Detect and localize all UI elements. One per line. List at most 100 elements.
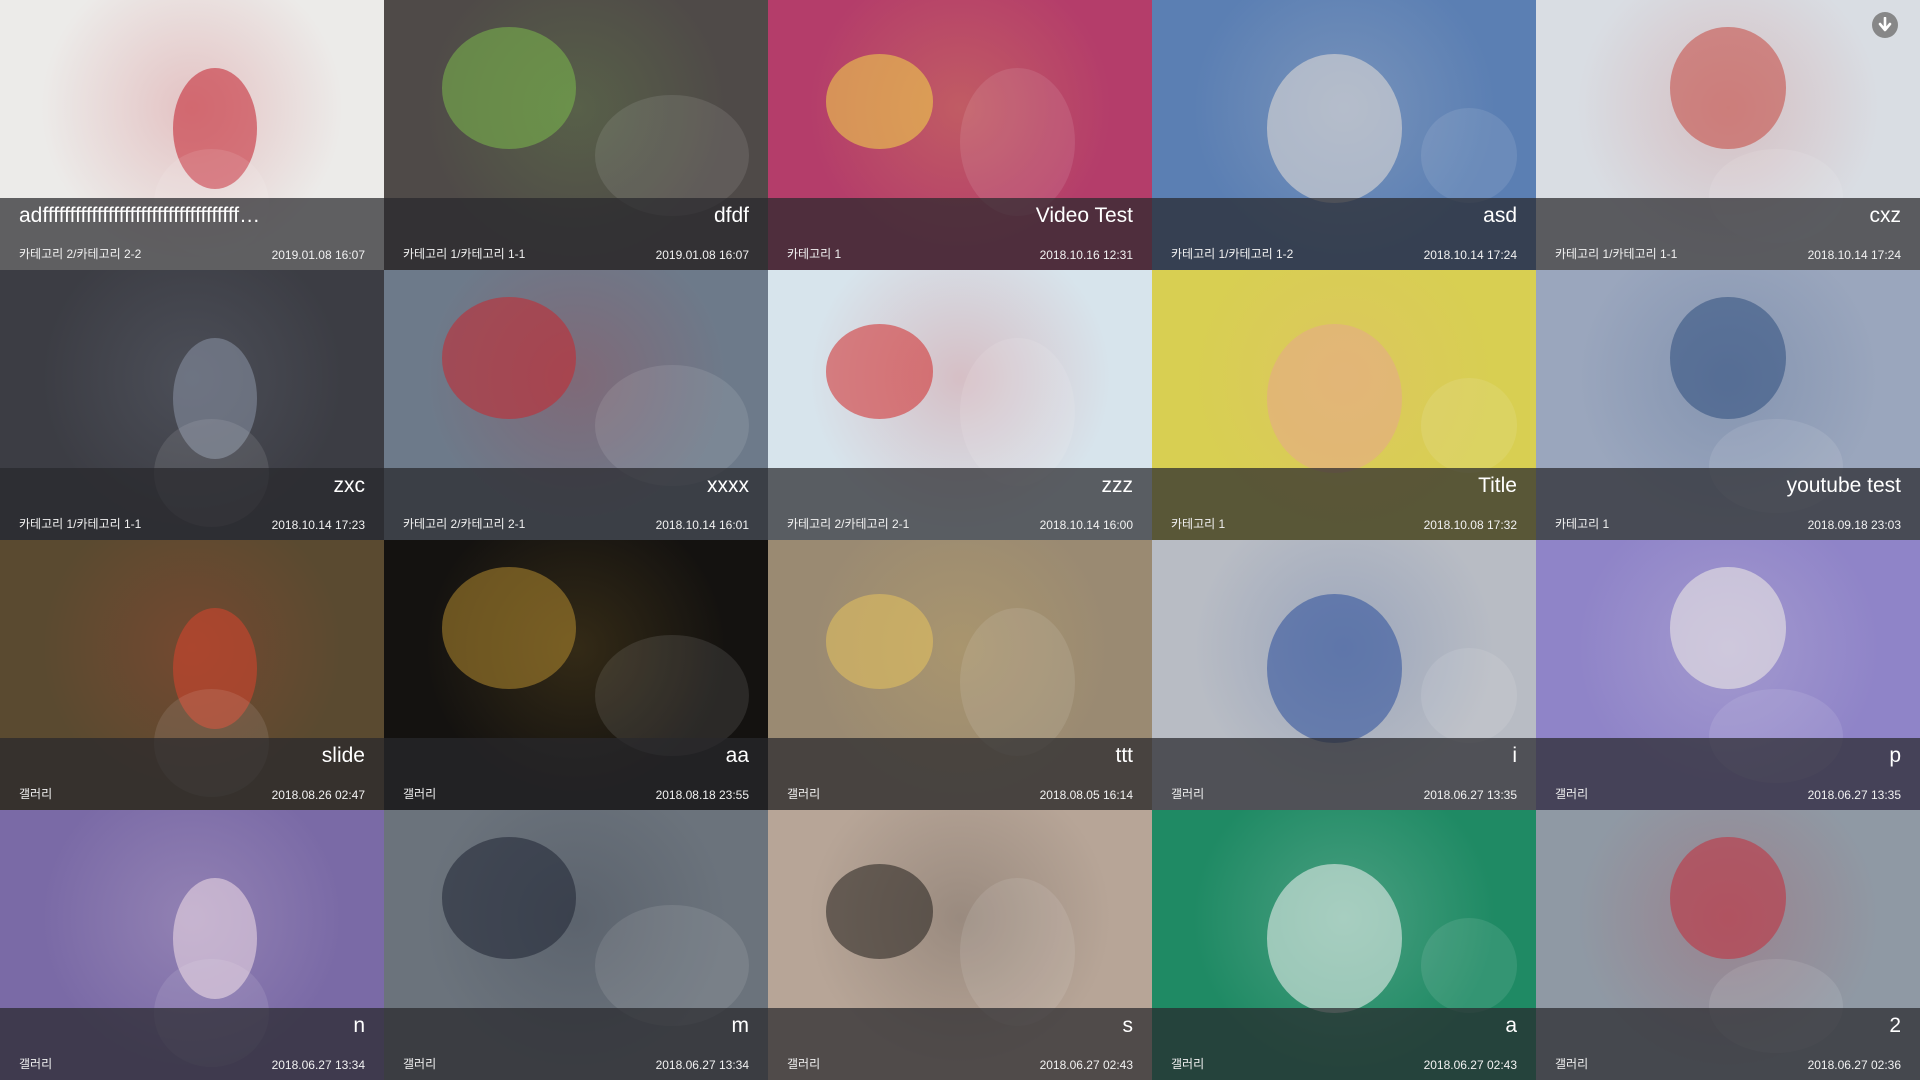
tile-category: 카테고리 2/카테고리 2-1	[403, 517, 526, 531]
tile-caption: xxxx 카테고리 2/카테고리 2-1 2018.10.14 16:01	[384, 468, 768, 540]
tile-caption: dfdf 카테고리 1/카테고리 1-1 2019.01.08 16:07	[384, 198, 768, 270]
gallery-tile[interactable]: i 갤러리 2018.06.27 13:35	[1152, 540, 1536, 810]
gallery-tile[interactable]: slide 갤러리 2018.08.26 02:47	[0, 540, 384, 810]
gallery-tile[interactable]: cxz 카테고리 1/카테고리 1-1 2018.10.14 17:24	[1536, 0, 1920, 270]
tile-title: p	[1889, 744, 1901, 767]
tile-title: n	[353, 1014, 365, 1037]
tile-title: m	[731, 1014, 750, 1037]
tile-title: i	[1512, 744, 1517, 767]
tile-category: 카테고리 1/카테고리 1-2	[1171, 247, 1294, 261]
gallery-tile[interactable]: asd 카테고리 1/카테고리 1-2 2018.10.14 17:24	[1152, 0, 1536, 270]
tile-title: cxz	[1869, 204, 1902, 227]
tile-title: adffffffffffffffffffffffffffffffffffff…	[19, 204, 261, 227]
tile-title: youtube test	[1786, 474, 1901, 497]
tile-caption: zzz 카테고리 2/카테고리 2-1 2018.10.14 16:00	[768, 468, 1152, 540]
tile-title: asd	[1483, 204, 1517, 227]
tile-caption: adffffffffffffffffffffffffffffffffffff… 카…	[0, 198, 384, 270]
tile-category: 갤러리	[19, 787, 53, 801]
tile-date: 2018.06.27 13:34	[271, 1058, 365, 1072]
tile-category: 갤러리	[1555, 1057, 1589, 1071]
tile-category: 갤러리	[403, 787, 437, 801]
tile-caption: s 갤러리 2018.06.27 02:43	[768, 1008, 1152, 1080]
gallery-tile[interactable]: s 갤러리 2018.06.27 02:43	[768, 810, 1152, 1080]
tile-title: xxxx	[707, 474, 749, 497]
tile-title: dfdf	[713, 204, 749, 227]
tile-date: 2018.06.27 13:34	[655, 1058, 749, 1072]
tile-category: 카테고리 1/카테고리 1-1	[1555, 247, 1678, 261]
gallery-tile[interactable]: youtube test 카테고리 1 2018.09.18 23:03	[1536, 270, 1920, 540]
gallery-tile[interactable]: a 갤러리 2018.06.27 02:43	[1152, 810, 1536, 1080]
tile-caption: zxc 카테고리 1/카테고리 1-1 2018.10.14 17:23	[0, 468, 384, 540]
tile-title: Title	[1478, 474, 1517, 497]
tile-category: 갤러리	[787, 1057, 821, 1071]
tile-date: 2018.06.27 02:36	[1807, 1058, 1901, 1072]
tile-category: 카테고리 1	[787, 247, 842, 261]
tile-category: 갤러리	[787, 787, 821, 801]
tile-title: zzz	[1101, 474, 1134, 497]
gallery-tile[interactable]: ttt 갤러리 2018.08.05 16:14	[768, 540, 1152, 810]
tile-caption: n 갤러리 2018.06.27 13:34	[0, 1008, 384, 1080]
tile-date: 2018.10.14 16:00	[1039, 518, 1133, 532]
gallery-tile[interactable]: Video Test 카테고리 1 2018.10.16 12:31	[768, 0, 1152, 270]
tile-caption: youtube test 카테고리 1 2018.09.18 23:03	[1536, 468, 1920, 540]
tile-date: 2018.10.16 12:31	[1039, 248, 1133, 262]
tile-caption: p 갤러리 2018.06.27 13:35	[1536, 738, 1920, 810]
gallery-tile[interactable]: m 갤러리 2018.06.27 13:34	[384, 810, 768, 1080]
tile-date: 2018.08.26 02:47	[271, 788, 365, 802]
gallery-tile[interactable]: dfdf 카테고리 1/카테고리 1-1 2019.01.08 16:07	[384, 0, 768, 270]
gallery-tile[interactable]: Title 카테고리 1 2018.10.08 17:32	[1152, 270, 1536, 540]
tile-title: a	[1505, 1014, 1517, 1037]
tile-title: zxc	[333, 474, 366, 497]
tile-category: 카테고리 1	[1555, 517, 1610, 531]
tile-caption: 2 갤러리 2018.06.27 02:36	[1536, 1008, 1920, 1080]
tile-category: 카테고리 1/카테고리 1-1	[403, 247, 526, 261]
gallery-grid: adffffffffffffffffffffffffffffffffffff… 카…	[0, 0, 1920, 1080]
tile-date: 2019.01.08 16:07	[271, 248, 365, 262]
tile-date: 2018.10.14 17:24	[1423, 248, 1517, 262]
tile-date: 2018.06.27 13:35	[1807, 788, 1901, 802]
tile-caption: m 갤러리 2018.06.27 13:34	[384, 1008, 768, 1080]
tile-date: 2018.06.27 13:35	[1423, 788, 1517, 802]
tile-caption: Title 카테고리 1 2018.10.08 17:32	[1152, 468, 1536, 540]
tile-caption: Video Test 카테고리 1 2018.10.16 12:31	[768, 198, 1152, 270]
gallery-tile[interactable]: zzz 카테고리 2/카테고리 2-1 2018.10.14 16:00	[768, 270, 1152, 540]
tile-title: aa	[725, 744, 749, 767]
tile-date: 2018.10.14 17:23	[271, 518, 365, 532]
tile-category: 갤러리	[1555, 787, 1589, 801]
tile-caption: cxz 카테고리 1/카테고리 1-1 2018.10.14 17:24	[1536, 198, 1920, 270]
tile-category: 카테고리 2/카테고리 2-1	[787, 517, 910, 531]
gallery-tile[interactable]: n 갤러리 2018.06.27 13:34	[0, 810, 384, 1080]
tile-date: 2018.06.27 02:43	[1039, 1058, 1133, 1072]
tile-title: ttt	[1115, 744, 1133, 767]
gallery-tile[interactable]: aa 갤러리 2018.08.18 23:55	[384, 540, 768, 810]
tile-date: 2018.10.14 16:01	[655, 518, 749, 532]
tile-title: s	[1122, 1014, 1134, 1037]
tile-date: 2018.10.14 17:24	[1807, 248, 1901, 262]
tile-category: 갤러리	[1171, 1057, 1205, 1071]
tile-date: 2018.09.18 23:03	[1807, 518, 1901, 532]
gallery-tile[interactable]: 2 갤러리 2018.06.27 02:36	[1536, 810, 1920, 1080]
tile-title: Video Test	[1035, 204, 1133, 227]
tile-category: 갤러리	[19, 1057, 53, 1071]
tile-caption: aa 갤러리 2018.08.18 23:55	[384, 738, 768, 810]
gallery-tile[interactable]: zxc 카테고리 1/카테고리 1-1 2018.10.14 17:23	[0, 270, 384, 540]
tile-caption: slide 갤러리 2018.08.26 02:47	[0, 738, 384, 810]
tile-category: 갤러리	[403, 1057, 437, 1071]
tile-date: 2018.08.05 16:14	[1039, 788, 1133, 802]
tile-category: 갤러리	[1171, 787, 1205, 801]
tile-date: 2018.10.08 17:32	[1423, 518, 1517, 532]
tile-category: 카테고리 1	[1171, 517, 1226, 531]
download-button[interactable]	[1872, 12, 1898, 38]
tile-caption: asd 카테고리 1/카테고리 1-2 2018.10.14 17:24	[1152, 198, 1536, 270]
gallery-tile[interactable]: xxxx 카테고리 2/카테고리 2-1 2018.10.14 16:01	[384, 270, 768, 540]
gallery-tile[interactable]: adffffffffffffffffffffffffffffffffffff… 카…	[0, 0, 384, 270]
arrow-down-circle-icon	[1878, 17, 1892, 32]
tile-caption: ttt 갤러리 2018.08.05 16:14	[768, 738, 1152, 810]
tile-caption: a 갤러리 2018.06.27 02:43	[1152, 1008, 1536, 1080]
tile-date: 2019.01.08 16:07	[655, 248, 749, 262]
gallery-tile[interactable]: p 갤러리 2018.06.27 13:35	[1536, 540, 1920, 810]
tile-caption: i 갤러리 2018.06.27 13:35	[1152, 738, 1536, 810]
tile-date: 2018.08.18 23:55	[655, 788, 749, 802]
tile-title: 2	[1889, 1014, 1901, 1037]
tile-date: 2018.06.27 02:43	[1423, 1058, 1517, 1072]
